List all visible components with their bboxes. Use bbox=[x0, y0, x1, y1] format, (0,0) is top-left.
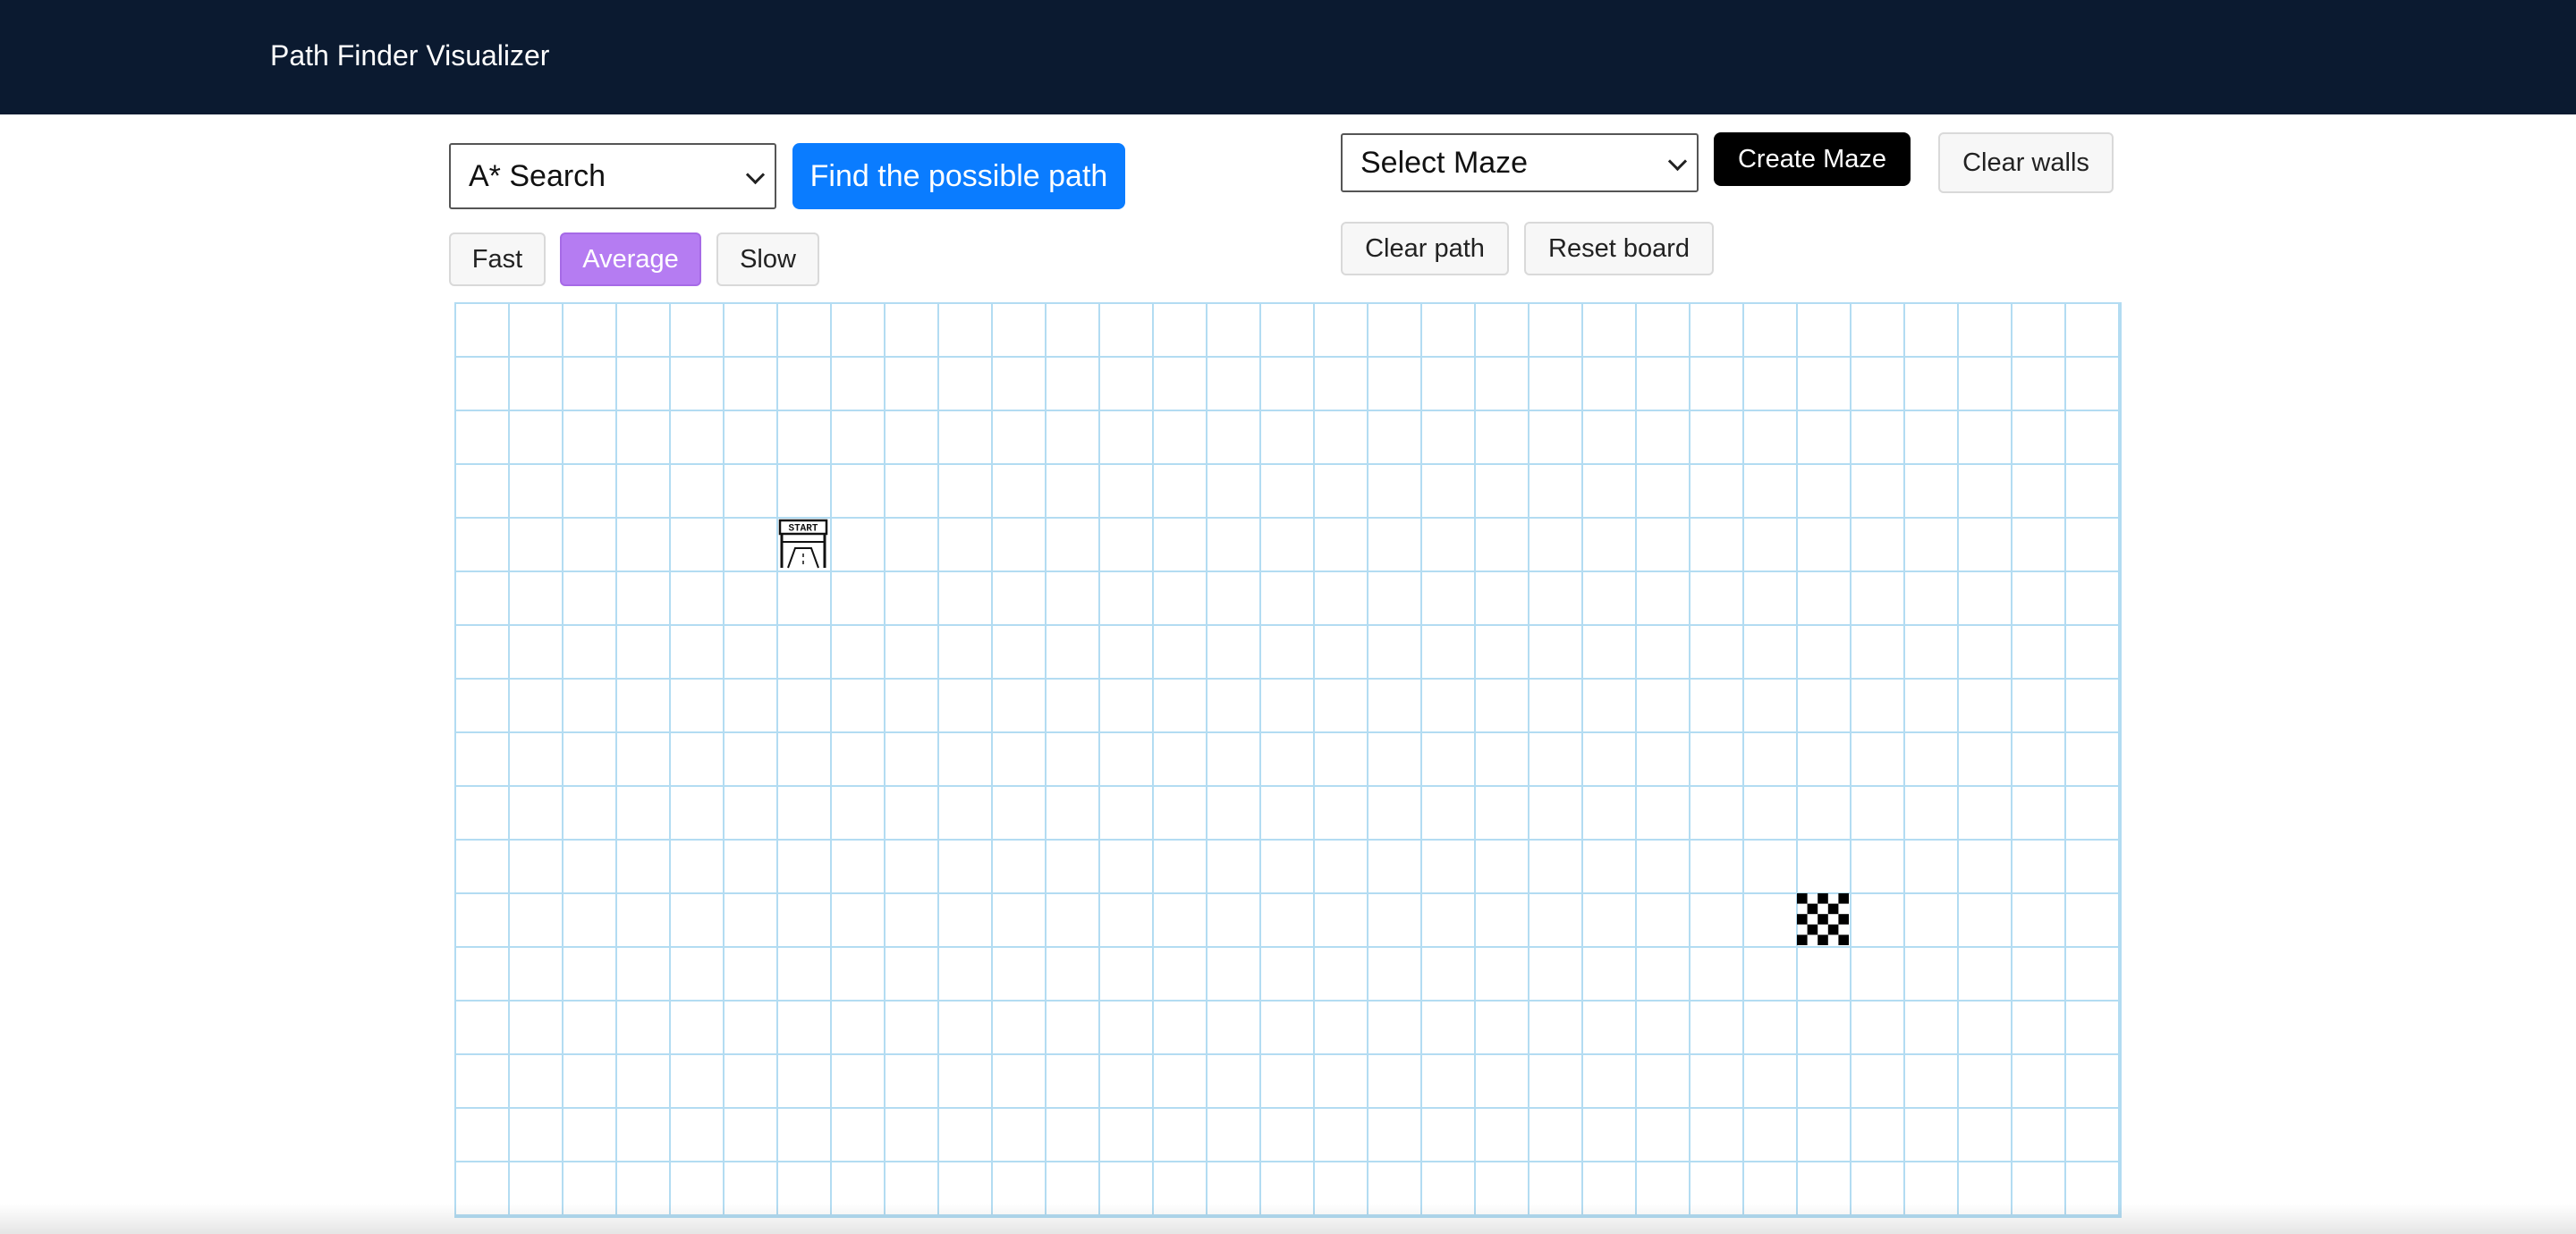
create-maze-button[interactable]: Create Maze bbox=[1714, 132, 1911, 186]
checker-square bbox=[1818, 914, 1828, 925]
checker-square bbox=[1807, 903, 1818, 915]
start-gate-icon: START bbox=[778, 519, 828, 569]
algorithm-select-value: A* Search bbox=[469, 158, 606, 193]
checker-square bbox=[1818, 934, 1828, 945]
checker-square bbox=[1827, 924, 1839, 935]
navbar: Path Finder Visualizer bbox=[0, 0, 2576, 114]
checker-square bbox=[1807, 924, 1818, 935]
maze-select[interactable]: Select Maze bbox=[1341, 133, 1699, 192]
checker-square bbox=[1827, 903, 1839, 915]
maze-select-value: Select Maze bbox=[1360, 145, 1529, 180]
target-node[interactable] bbox=[1796, 892, 1850, 946]
checker-square bbox=[1838, 914, 1849, 925]
checker-square bbox=[1797, 893, 1808, 904]
reset-board-button[interactable]: Reset board bbox=[1524, 222, 1714, 275]
checker-square bbox=[1797, 914, 1808, 925]
find-path-button[interactable]: Find the possible path bbox=[792, 143, 1125, 209]
algorithm-select[interactable]: A* Search bbox=[449, 143, 776, 209]
start-node[interactable]: START bbox=[776, 517, 830, 571]
start-node-label: START bbox=[788, 524, 818, 535]
speed-slow-button[interactable]: Slow bbox=[716, 232, 819, 286]
chevron-down-icon bbox=[1667, 151, 1688, 172]
clear-walls-button[interactable]: Clear walls bbox=[1938, 132, 2114, 193]
speed-average-button[interactable]: Average bbox=[560, 232, 701, 286]
speed-fast-button[interactable]: Fast bbox=[449, 232, 546, 286]
checkered-flag-icon bbox=[1797, 893, 1849, 945]
checker-square bbox=[1838, 893, 1849, 904]
checker-square bbox=[1797, 934, 1808, 945]
clear-path-button[interactable]: Clear path bbox=[1341, 222, 1509, 275]
checker-square bbox=[1818, 893, 1828, 904]
brand-title[interactable]: Path Finder Visualizer bbox=[270, 36, 549, 75]
chevron-down-icon bbox=[745, 165, 766, 185]
grid-board[interactable]: START bbox=[454, 302, 2122, 1218]
checker-square bbox=[1838, 934, 1849, 945]
